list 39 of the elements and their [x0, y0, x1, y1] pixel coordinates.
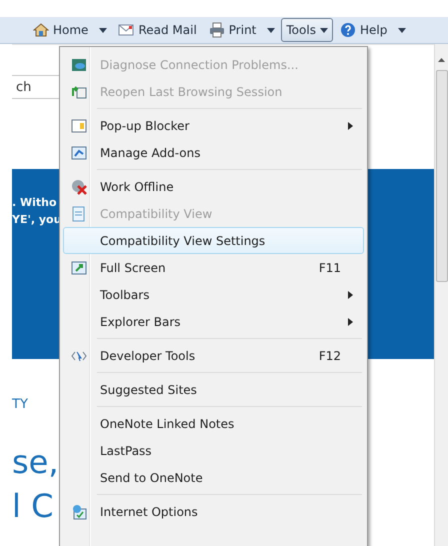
menu-item[interactable]: Send to OneNote: [63, 464, 364, 491]
menu-item[interactable]: Pop-up Blocker: [63, 112, 364, 139]
scrollbar[interactable]: [434, 44, 448, 546]
full-screen-icon: [71, 260, 87, 276]
menu-item[interactable]: Compatibility View Settings: [63, 227, 364, 254]
menu-item[interactable]: Toolbars: [63, 281, 364, 308]
toolbar-button[interactable]: Home: [28, 18, 94, 42]
headline: se,: [12, 442, 59, 483]
banner-text: . Witho: [12, 196, 57, 209]
help-icon: [340, 22, 356, 38]
offline-icon: [71, 178, 87, 194]
menu-item[interactable]: Internet Options: [63, 498, 364, 525]
printer-icon: [208, 22, 225, 38]
home-icon: [33, 22, 49, 38]
menu-item[interactable]: Manage Add-ons: [63, 139, 364, 166]
menu-item[interactable]: Developer Tools F12: [63, 342, 364, 369]
mail-icon: [118, 22, 134, 38]
shortcut-text: F12: [318, 348, 341, 362]
toolbar-button[interactable]: Help: [334, 18, 392, 42]
page-icon: [71, 206, 87, 222]
add-ons-icon: [71, 144, 87, 160]
toolbar-button[interactable]: Print: [204, 18, 262, 42]
headline: l C: [12, 486, 54, 527]
menu-item[interactable]: OneNote Linked Notes: [63, 410, 364, 437]
popup-blocker-icon: [71, 118, 87, 134]
section-label: TY: [12, 397, 28, 412]
toolbar-button[interactable]: Read Mail: [113, 18, 202, 42]
menu-item[interactable]: Full Screen F11: [63, 254, 364, 281]
shortcut-text: F11: [318, 260, 341, 274]
menu-item[interactable]: Explorer Bars: [63, 308, 364, 335]
menu-item[interactable]: Work Offline: [63, 173, 364, 200]
scroll-thumb[interactable]: [436, 70, 448, 282]
menu-item[interactable]: LastPass: [63, 437, 364, 464]
reopen-icon: [71, 84, 87, 100]
menu-item[interactable]: Suggested Sites: [63, 376, 364, 403]
scroll-up-icon: [438, 58, 445, 62]
globe-icon: [71, 56, 87, 72]
options-icon: [71, 504, 87, 520]
toolbar-button[interactable]: Tools: [281, 18, 333, 42]
